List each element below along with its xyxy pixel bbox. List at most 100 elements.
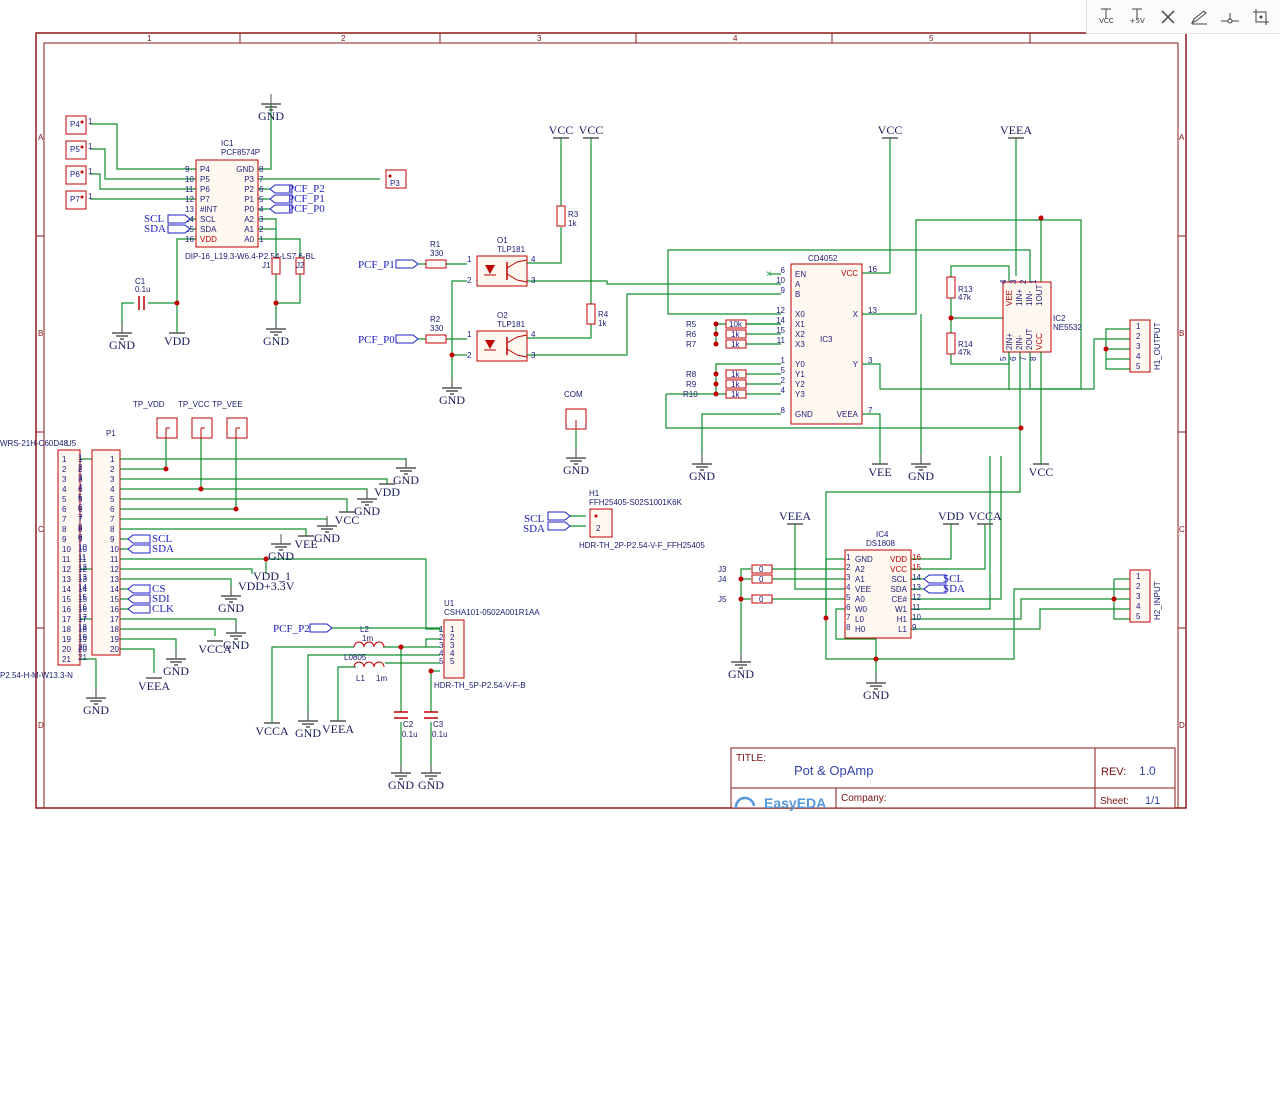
ic3-pin-num: 15: [776, 326, 785, 335]
crop-tool-button[interactable]: [1249, 5, 1273, 29]
r6-value: 1k: [731, 330, 740, 339]
ic4-pin-name: L1: [898, 625, 907, 634]
ic4-pin-name: W1: [895, 605, 908, 614]
ic4-pin-num: 14: [912, 573, 921, 582]
ic1-pin-name: P2: [244, 185, 254, 194]
u5-pin-num: 21: [78, 653, 87, 662]
ground-label: GND: [295, 726, 321, 740]
power-label: VDD: [374, 485, 400, 499]
ic1-pin-num: 3: [259, 215, 264, 224]
ground-symbol: [731, 652, 751, 669]
resistor-body: [425, 334, 447, 344]
test-point-tp_vee[interactable]: [226, 417, 248, 439]
tp_vdd-ref: TP_VDD: [133, 400, 165, 409]
u5-pin-num: 4: [62, 485, 67, 494]
u5-pin-num: 7: [62, 515, 67, 524]
p1-pin-num: 13: [110, 575, 119, 584]
ic4-pin-name: GND: [855, 555, 873, 564]
net-flag: [127, 594, 151, 604]
net-flag-sda: SDA: [144, 223, 166, 235]
u1-value: CSHA101-0502A001R1AA: [444, 608, 540, 617]
r8-value: 1k: [731, 370, 740, 379]
ic4-pin-name: VEE: [855, 585, 871, 594]
c3-value: 0.1u: [432, 730, 448, 739]
net-flag: [167, 214, 191, 224]
p1-pin-num: 6: [78, 505, 83, 514]
o2-body[interactable]: [476, 330, 528, 362]
test-point-tp_vdd[interactable]: [156, 417, 178, 439]
ic3-pin-num: 1: [781, 356, 786, 365]
p1-pin-num: 9: [110, 535, 115, 544]
row-label: A: [1179, 133, 1185, 142]
col-label: 4: [733, 34, 738, 43]
ic2-pin-num: 4: [999, 279, 1008, 284]
ic3-pin-name: B: [795, 290, 800, 299]
ic3-pin-num: 7: [868, 406, 873, 415]
no-connect-tool-button[interactable]: [1156, 5, 1180, 29]
net-flag-pcf-p1: PCF_P1: [358, 259, 395, 271]
ic1-pin-name: A2: [244, 215, 254, 224]
probe-icon: [1220, 12, 1239, 23]
h2_in-pin-num: 2: [1136, 582, 1141, 591]
ic2-pin-name: 2IN-: [1015, 335, 1024, 350]
vcc-tool-button[interactable]: VCC: [1094, 5, 1118, 29]
ic3-pin-name: X2: [795, 330, 805, 339]
pin-number: 1: [467, 330, 472, 339]
schematic-canvas[interactable]: 1 2 3 4 5 A B C D A B C D TITLE: Pot & O…: [0, 0, 1280, 1097]
row-label: C: [1179, 525, 1185, 534]
ic1-pin-name: A0: [244, 235, 254, 244]
ic3-pin-name: EN: [795, 270, 806, 279]
test-point-tp_vcc[interactable]: [191, 417, 213, 439]
test-point-com[interactable]: [565, 408, 587, 430]
power-label: VDD: [164, 334, 190, 348]
o2-value: TLP181: [497, 320, 526, 329]
tp_vcc-ref: TP_VCC: [178, 400, 210, 409]
r6-ref: R6: [686, 330, 697, 339]
ground-symbol: [911, 454, 931, 471]
o1-body[interactable]: [476, 255, 528, 287]
ic2-ref: IC2: [1053, 314, 1066, 323]
p1-pin-num: 11: [78, 555, 87, 564]
no-connect-icon: ×: [766, 269, 772, 280]
net-flag: [547, 511, 571, 521]
u5-pin-num: 6: [62, 505, 67, 514]
logo-text: EasyEDA: [764, 795, 826, 811]
com-ref: COM: [564, 390, 583, 399]
net-flag-sda: SDA: [152, 543, 174, 555]
r7-value: 1k: [731, 340, 740, 349]
ic4-pin-name: A0: [855, 595, 865, 604]
p1-pin-num: 5: [110, 495, 115, 504]
ic2-value: NE5532: [1053, 323, 1082, 332]
no-connect-icon: [1161, 9, 1175, 24]
p1-pin-num: 8: [110, 525, 115, 534]
ground-label: GND: [689, 469, 715, 483]
ic1-pin-name: P7: [200, 195, 210, 204]
power-label: VCC: [878, 123, 903, 137]
plus5v-tool-button[interactable]: +5V: [1125, 5, 1149, 29]
p1-pin-num: 12: [78, 565, 87, 574]
r2-value: 330: [430, 324, 444, 333]
ic1-pin-name: SDA: [200, 225, 217, 234]
h1-body[interactable]: [589, 508, 613, 538]
ground-symbol: [566, 448, 586, 465]
ic1-pin-num: 1: [259, 235, 264, 244]
ic3-pin-name: X1: [795, 320, 805, 329]
net-flag: [127, 584, 151, 594]
ground-label: GND: [908, 469, 934, 483]
ic3-pin-name: VCC: [841, 269, 858, 278]
p1-pin-num: 2: [78, 465, 83, 474]
probe-tool-button[interactable]: [1218, 5, 1242, 29]
pin-number: 1: [88, 167, 93, 176]
sheet-label: Sheet:: [1100, 796, 1129, 807]
h1-value: FFH25405-S02S1001K6K: [589, 498, 683, 507]
u5-value: WRS-21H-C60D48: [0, 439, 69, 448]
ic3-pin-num: 4: [781, 386, 786, 395]
p6-ref: P6: [70, 170, 80, 179]
u5-pin-num: 14: [62, 585, 71, 594]
ground-symbol: [421, 763, 441, 780]
pen-tool-button[interactable]: [1187, 5, 1211, 29]
ic3-pin-num: 14: [776, 316, 785, 325]
power-label: VEEA: [138, 679, 170, 693]
ic4-pin-num: 13: [912, 583, 921, 592]
power-label: VCC: [549, 123, 574, 137]
